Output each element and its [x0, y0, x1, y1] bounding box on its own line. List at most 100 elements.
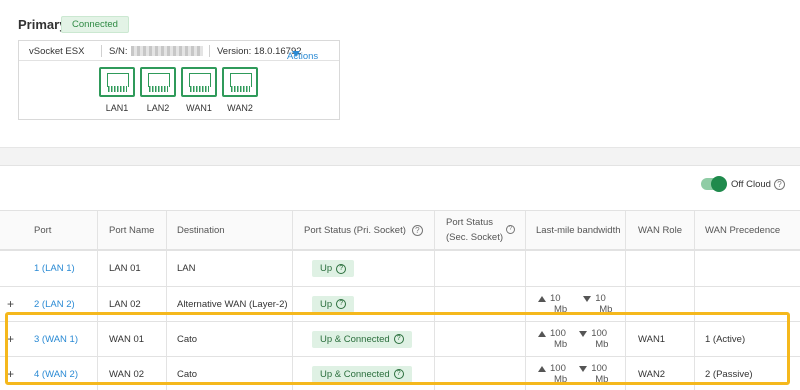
column-divider [694, 322, 695, 356]
upload-bandwidth: 100 Mb [538, 363, 567, 385]
unit: Mb [554, 374, 568, 385]
expand-icon[interactable]: + [7, 332, 14, 346]
bandwidth-cell: 10 Mb 10 Mb [530, 287, 612, 321]
table-row[interactable]: 1 (LAN 1) LAN 01 LAN Up? [0, 250, 800, 286]
column-divider [525, 287, 526, 321]
download-value: 100 [591, 328, 608, 339]
off-cloud-toggle[interactable] [701, 176, 727, 192]
column-divider [434, 287, 435, 321]
column-divider [166, 211, 167, 249]
table-row[interactable]: + 4 (WAN 2) WAN 02 Cato Up & Connected? … [0, 356, 800, 390]
port-name: LAN 01 [109, 263, 141, 274]
arrow-up-icon [538, 366, 546, 372]
port-lan1[interactable]: LAN1 [99, 67, 137, 113]
port-link[interactable]: 4 (WAN 2) [26, 357, 78, 390]
ethernet-port-icon [99, 67, 135, 97]
download-bandwidth: 100 Mb [579, 328, 608, 350]
status-badge: Up & Connected? [312, 330, 412, 348]
column-divider [625, 251, 626, 286]
status-text: Up [320, 263, 333, 274]
port-name: LAN 02 [109, 298, 141, 310]
caret-down-icon [292, 51, 300, 57]
serial-number-redacted [131, 46, 203, 56]
header-status-pri-label: Port Status (Pri. Socket) [304, 224, 406, 236]
upload-value: 100 [550, 363, 566, 374]
help-icon[interactable]: ? [506, 225, 515, 234]
port-link[interactable]: 3 (WAN 1) [26, 322, 78, 356]
column-divider [292, 251, 293, 286]
column-divider [97, 287, 98, 321]
serial-label: S/N: [109, 46, 128, 57]
header-status-sec[interactable]: Port Status (Sec. Socket) [438, 211, 503, 249]
help-icon[interactable]: ? [774, 179, 785, 190]
unit: Mb [599, 304, 613, 315]
unit: Mb [554, 304, 568, 315]
status-badge: Up & Connected? [312, 365, 412, 383]
column-divider [97, 357, 98, 390]
column-divider [625, 287, 626, 321]
column-divider [525, 322, 526, 356]
table-row[interactable]: + 3 (WAN 1) WAN 01 Cato Up & Connected? … [0, 321, 800, 356]
help-icon[interactable]: ? [393, 334, 404, 344]
help-icon[interactable]: ? [336, 299, 347, 309]
unit: Mb [595, 374, 609, 385]
header-bandwidth[interactable]: Last-mile bandwidth [528, 211, 621, 249]
arrow-up-icon [538, 331, 546, 337]
wan-precedence: 1 (Active) [705, 333, 746, 345]
arrow-down-icon [579, 331, 588, 337]
divider [101, 45, 102, 57]
ethernet-port-icon [181, 67, 217, 97]
header-status-sec-line1: Port Status [446, 217, 493, 228]
port-label: WAN1 [186, 103, 212, 113]
column-divider [434, 322, 435, 356]
upload-value: 100 [550, 328, 566, 339]
header-destination[interactable]: Destination [169, 211, 225, 249]
wan-role: WAN2 [638, 368, 666, 380]
unit: Mb [554, 339, 568, 350]
header-status-pri[interactable]: Port Status (Pri. Socket)? [296, 211, 423, 249]
header-port[interactable]: Port [26, 211, 51, 249]
help-icon[interactable]: ? [411, 224, 423, 236]
column-divider [525, 211, 526, 249]
status-cell: Up & Connected? [304, 322, 412, 356]
wan-role: WAN1 [638, 333, 666, 345]
header-wan-role[interactable]: WAN Role [630, 211, 682, 249]
port-link[interactable]: 1 (LAN 1) [26, 251, 75, 286]
download-bandwidth: 10 Mb [583, 293, 612, 315]
column-divider [694, 211, 695, 249]
expand-icon[interactable]: + [7, 367, 14, 381]
header-wan-precedence[interactable]: WAN Precedence [697, 211, 780, 249]
bandwidth-cell: 100 Mb 100 Mb [530, 357, 608, 390]
help-icon[interactable]: ? [393, 369, 404, 379]
port-lan2[interactable]: LAN2 [140, 67, 178, 113]
status-badge: Up? [312, 260, 355, 277]
port-wan1[interactable]: WAN1 [181, 67, 219, 113]
table-row[interactable]: + 2 (LAN 2) LAN 02 Alternative WAN (Laye… [0, 286, 800, 321]
off-cloud-label: Off Cloud [731, 179, 771, 190]
port-wan2[interactable]: WAN2 [222, 67, 260, 113]
column-divider [97, 251, 98, 286]
status-text: Up & Connected [320, 333, 390, 345]
column-divider [694, 287, 695, 321]
column-divider [694, 357, 695, 390]
help-icon[interactable]: ? [336, 263, 347, 274]
download-value: 100 [591, 363, 608, 374]
port-link[interactable]: 2 (LAN 2) [26, 287, 75, 321]
toggle-knob [711, 176, 727, 192]
column-divider [292, 211, 293, 249]
status-cell: Up? [304, 287, 355, 321]
connection-status-badge: Connected [61, 16, 129, 33]
column-divider [292, 322, 293, 356]
unit: Mb [595, 339, 609, 350]
column-divider [166, 322, 167, 356]
section-divider [0, 148, 800, 166]
header-port-name[interactable]: Port Name [101, 211, 154, 249]
upload-value: 10 [550, 293, 561, 304]
arrow-up-icon [538, 296, 546, 302]
status-badge: Up? [312, 295, 355, 313]
column-divider [525, 357, 526, 390]
column-divider [166, 357, 167, 390]
header-status-sec-line2: (Sec. Socket) [446, 232, 504, 243]
column-divider [166, 287, 167, 321]
expand-icon[interactable]: + [7, 297, 14, 311]
